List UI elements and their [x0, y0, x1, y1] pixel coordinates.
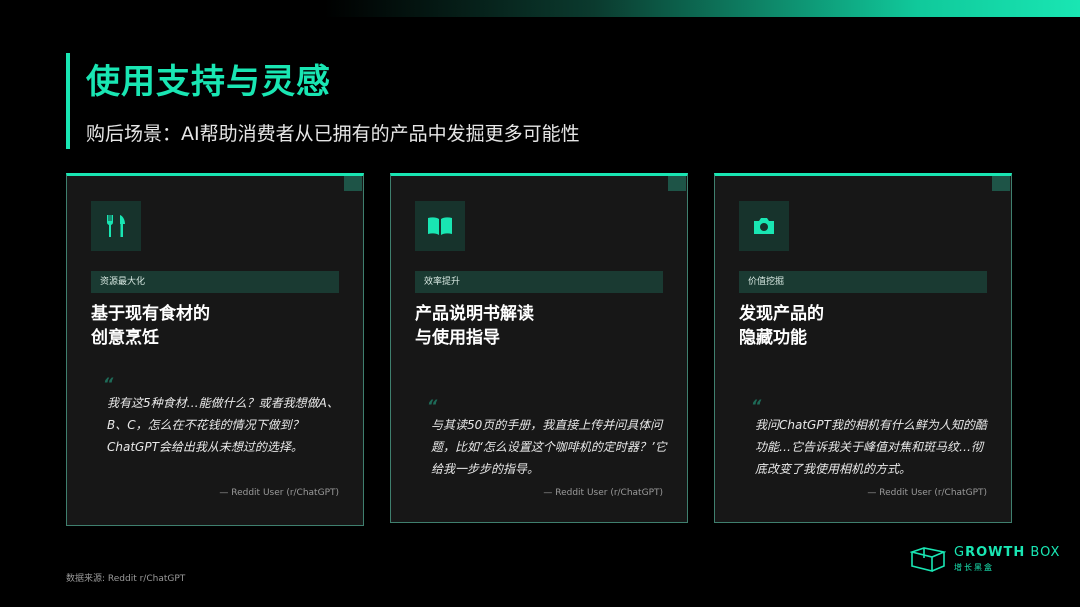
card-tag: 价值挖掘	[739, 271, 987, 293]
card-source: — Reddit User (r/ChatGPT)	[867, 488, 987, 498]
card-tag: 资源最大化	[91, 271, 339, 293]
card-cooking: 资源最大化 基于现有食材的 创意烹饪 “ 我有这5种食材…能做什么？或者我想做A…	[66, 173, 364, 526]
card-quote: 与其读50页的手册，我直接上传并问具体问题，比如‘怎么设置这个咖啡机的定时器？’…	[431, 418, 667, 476]
card-source: — Reddit User (r/ChatGPT)	[543, 488, 663, 498]
title-accent-line	[66, 53, 70, 149]
quote-mark-icon: “	[103, 374, 114, 393]
card-heading: 发现产品的 隐藏功能	[739, 304, 824, 348]
data-source-note: 数据来源: Reddit r/ChatGPT	[66, 574, 186, 584]
card-quote: 我有这5种食材…能做什么？或者我想做A、B、C，怎么在不花钱的情况下做到？Cha…	[107, 396, 339, 454]
quote-mark-icon: “	[751, 396, 762, 415]
quote-mark-icon: “	[427, 396, 438, 415]
camera-icon	[739, 201, 789, 251]
top-gradient-bar	[0, 0, 1080, 17]
page-title: 使用支持与灵感	[86, 62, 331, 102]
logo-brand-cn: 增长黑盒	[954, 563, 994, 572]
open-book-icon	[415, 201, 465, 251]
logo-brand-en: GROWTH BOX	[954, 545, 1061, 560]
card-corner	[992, 176, 1010, 191]
card-corner	[668, 176, 686, 191]
card-quote: 我问ChatGPT我的相机有什么鲜为人知的酷功能…它告诉我关于峰值对焦和斑马纹……	[755, 418, 987, 476]
card-corner	[344, 176, 362, 191]
card-source: — Reddit User (r/ChatGPT)	[219, 488, 339, 498]
page-subtitle: 购后场景：AI帮助消费者从已拥有的产品中发掘更多可能性	[86, 123, 580, 145]
fork-knife-icon	[91, 201, 141, 251]
cube-logo-icon	[910, 547, 946, 572]
card-heading: 产品说明书解读 与使用指导	[415, 304, 534, 348]
card-camera: 价值挖掘 发现产品的 隐藏功能 “ 我问ChatGPT我的相机有什么鲜为人知的酷…	[714, 173, 1012, 523]
card-heading: 基于现有食材的 创意烹饪	[91, 304, 210, 348]
growth-box-logo: GROWTH BOX 增长黑盒	[910, 545, 1060, 573]
card-tag: 效率提升	[415, 271, 663, 293]
card-manual: 效率提升 产品说明书解读 与使用指导 “ 与其读50页的手册，我直接上传并问具体…	[390, 173, 688, 523]
